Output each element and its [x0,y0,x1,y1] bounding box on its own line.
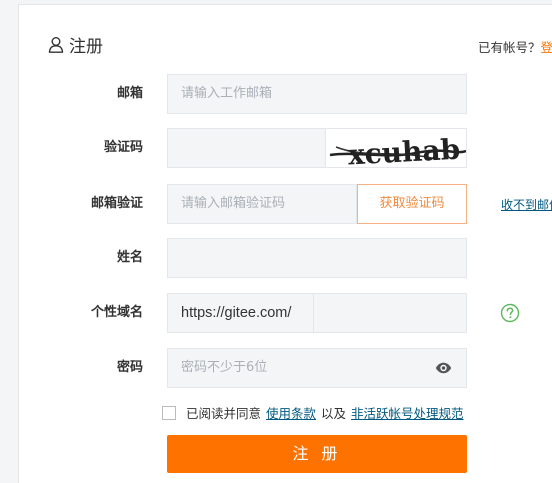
agree-checkbox[interactable] [162,405,176,420]
no-mail-link[interactable]: 收不到邮件 [501,196,552,213]
password-input[interactable]: 密码不少于6位 [167,348,467,388]
email-label: 邮箱 [116,86,143,101]
get-code-button[interactable]: 获取验证码 [357,184,467,224]
and-text: 以及 [321,406,347,421]
register-button[interactable]: 注 册 [167,435,467,473]
name-input[interactable] [167,238,467,278]
login-link[interactable]: 登 [541,40,552,55]
email-input[interactable]: 请输入工作邮箱 [167,74,467,114]
captcha-label: 验证码 [103,140,143,155]
policy-link[interactable]: 非活跃帐号处理规范 [351,403,464,422]
domain-prefix: https://gitee.com/ [167,293,313,333]
domain-input[interactable] [313,293,467,333]
page-title: 注册 [48,32,103,57]
password-row: 密码 密码不少于6位 [0,348,552,388]
email-row: 邮箱 请输入工作邮箱 [0,74,552,114]
user-icon [48,37,64,53]
page-title-text: 注册 [69,37,103,57]
have-account-prompt: 已有帐号？登 [478,37,552,56]
have-account-text: 已有帐号？ [478,40,541,55]
captcha-row: 验证码 xcuhab [0,128,552,168]
captcha-image[interactable]: xcuhab [325,128,467,168]
name-label: 姓名 [116,250,143,265]
password-label: 密码 [116,360,143,375]
domain-label: 个性域名 [90,305,143,320]
email-code-input[interactable]: 请输入邮箱验证码 [167,184,357,224]
agree-text: 已阅读并同意 [186,406,262,421]
agreement-row: 已阅读并同意 使用条款 以及 非活跃帐号处理规范 [162,403,469,422]
terms-link[interactable]: 使用条款 [266,403,316,422]
domain-row: 个性域名 https://gitee.com/ [0,293,552,333]
captcha-text: xcuhab [347,133,461,168]
name-row: 姓名 [0,238,552,278]
eye-icon[interactable] [435,362,452,374]
email-verify-row: 邮箱验证 请输入邮箱验证码 获取验证码 收不到邮件 [0,184,552,224]
question-circle-icon[interactable] [500,303,520,323]
email-verify-label: 邮箱验证 [90,196,143,211]
captcha-input[interactable] [167,128,327,168]
